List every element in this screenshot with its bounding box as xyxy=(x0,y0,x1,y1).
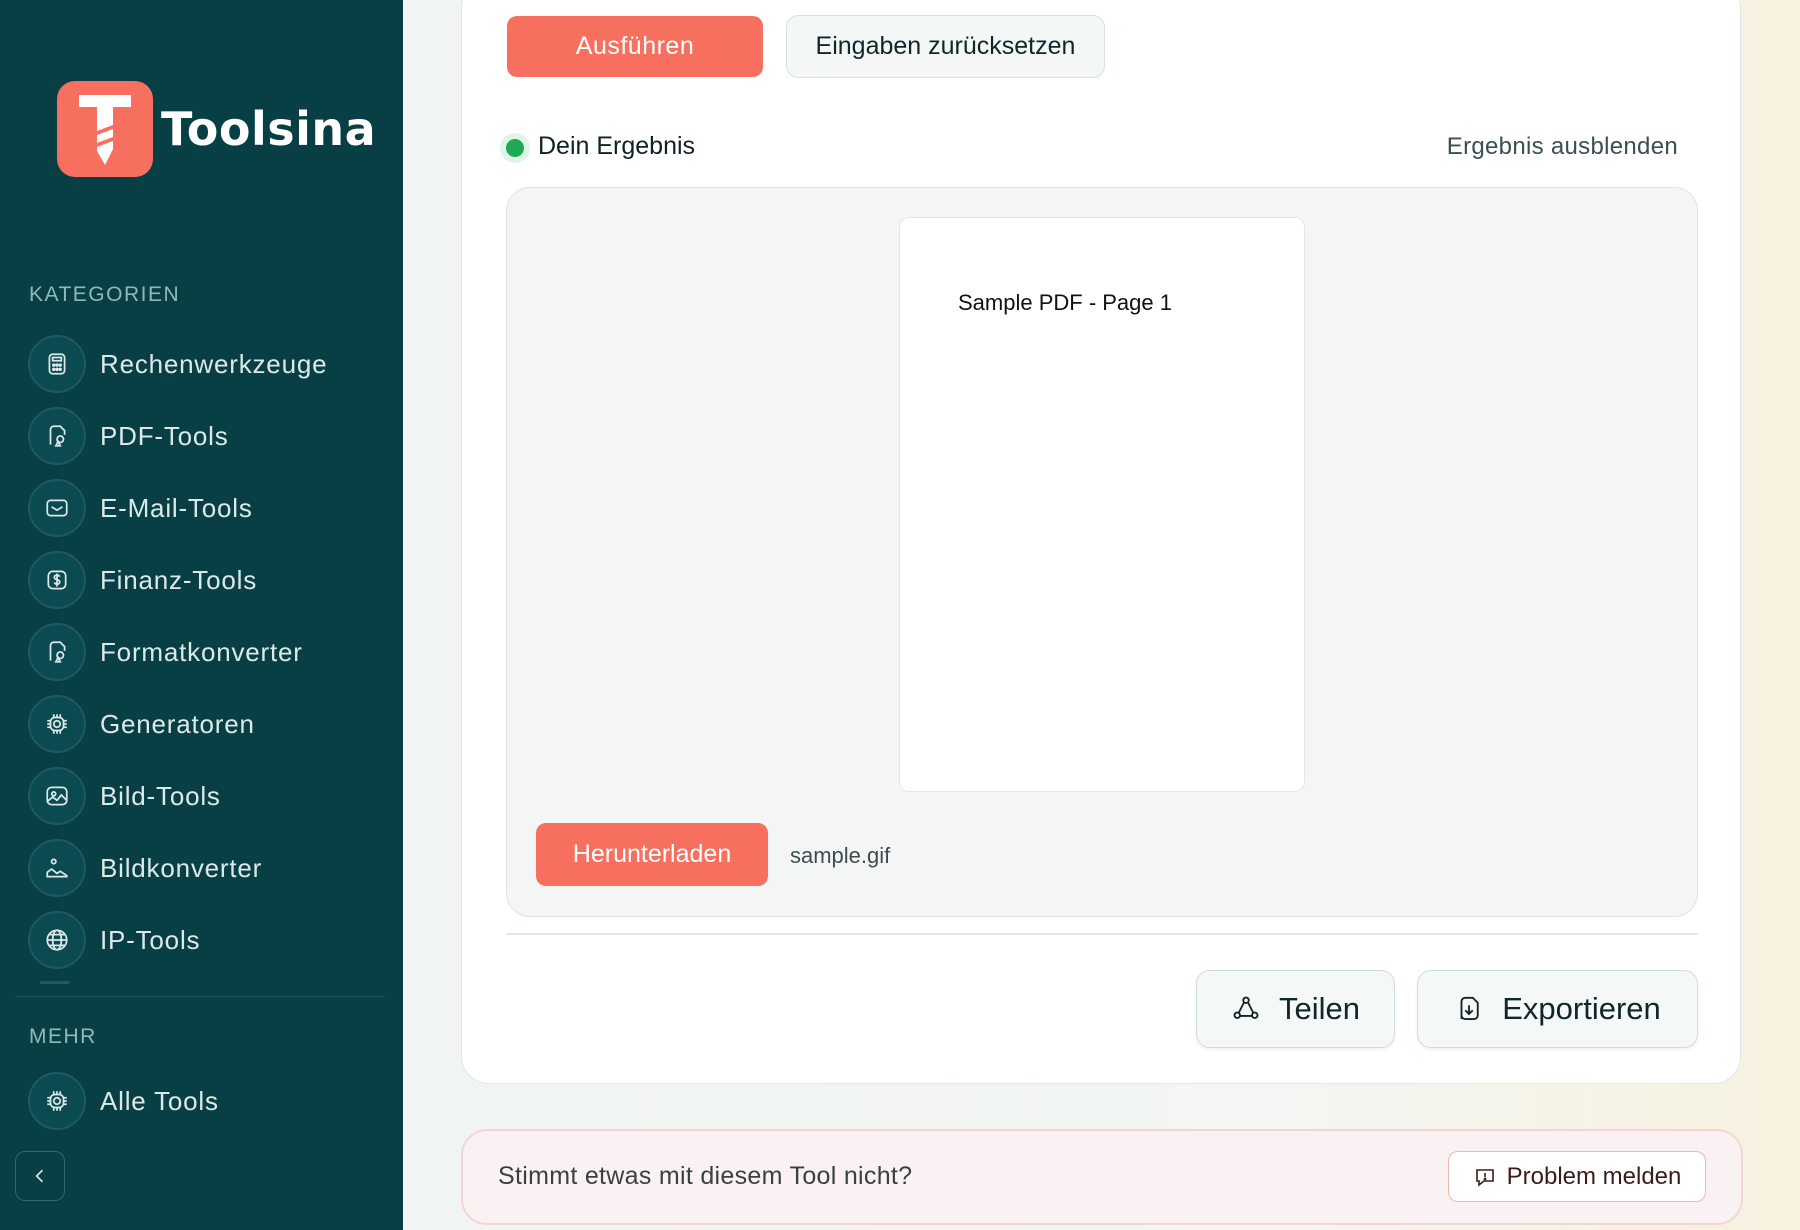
globe-icon xyxy=(28,911,86,969)
report-problem-label: Problem melden xyxy=(1506,1162,1682,1190)
sidebar-item-label: PDF-Tools xyxy=(100,420,229,451)
app-logo[interactable]: Toolsina xyxy=(57,81,376,177)
preview-page-text: Sample PDF - Page 1 xyxy=(958,290,1172,315)
sidebar-item-label: Rechenwerkzeuge xyxy=(100,348,328,379)
sidebar-item-formatkonverter[interactable]: Formatkonverter xyxy=(28,622,388,682)
sidebar-item-alle-tools[interactable]: Alle Tools xyxy=(28,1071,388,1131)
dollar-icon xyxy=(28,551,86,609)
feedback-question: Stimmt etwas mit diesem Tool nicht? xyxy=(498,1162,913,1190)
share-button[interactable]: Teilen xyxy=(1196,970,1395,1048)
app-name: Toolsina xyxy=(161,102,377,156)
sidebar-item-generatoren[interactable]: Generatoren xyxy=(28,694,388,754)
sidebar-item-label: Finanz-Tools xyxy=(100,564,257,595)
file-export-icon xyxy=(1460,996,1479,1020)
export-label: Exportieren xyxy=(1502,991,1661,1026)
chat-alert-icon xyxy=(1475,1168,1494,1187)
export-button[interactable]: Exportieren xyxy=(1417,970,1698,1048)
more-heading: MEHR xyxy=(29,1025,97,1048)
sidebar-item-ip-tools[interactable]: IP-Tools xyxy=(28,910,388,970)
report-problem-button[interactable]: Problem melden xyxy=(1448,1151,1706,1202)
sidebar-item-rechenwerkzeuge[interactable]: Rechenwerkzeuge xyxy=(28,334,388,394)
file-shapes-icon xyxy=(28,407,86,465)
result-status-indicator xyxy=(506,139,524,157)
sidebar-item-pdf-tools[interactable]: PDF-Tools xyxy=(28,406,388,466)
collapse-sidebar-button[interactable] xyxy=(15,1151,65,1201)
image-icon xyxy=(28,767,86,825)
gear-chip-icon xyxy=(28,695,86,753)
sidebar-item-label: IP-Tools xyxy=(100,924,201,955)
scroll-fade-indicator xyxy=(40,981,70,984)
sidebar-item-label: Alle Tools xyxy=(100,1085,219,1116)
sidebar-divider xyxy=(15,996,385,997)
reset-inputs-button[interactable]: Eingaben zurücksetzen xyxy=(786,15,1105,78)
sidebar-item-label: E-Mail-Tools xyxy=(100,492,253,523)
actions-divider xyxy=(506,933,1698,935)
file-shapes-icon xyxy=(28,623,86,681)
categories-heading: KATEGORIEN xyxy=(29,283,181,306)
mail-icon xyxy=(28,479,86,537)
sidebar-item-label: Bildkonverter xyxy=(100,852,263,883)
result-heading: Dein Ergebnis xyxy=(538,132,696,160)
chevron-left-icon xyxy=(35,1169,44,1183)
run-button[interactable]: Ausführen xyxy=(507,16,763,77)
sidebar-item-label: Formatkonverter xyxy=(100,636,303,667)
sidebar-item-bildkonverter[interactable]: Bildkonverter xyxy=(28,838,388,898)
sidebar-item-email-tools[interactable]: E-Mail-Tools xyxy=(28,478,388,538)
calculator-icon xyxy=(28,335,86,393)
sidebar-item-bild-tools[interactable]: Bild-Tools xyxy=(28,766,388,826)
download-button[interactable]: Herunterladen xyxy=(536,823,768,886)
sidebar-item-label: Generatoren xyxy=(100,708,255,739)
gear-chip-icon xyxy=(28,1072,86,1130)
screw-logo-icon xyxy=(57,81,153,177)
share-icon xyxy=(1233,996,1259,1019)
sidebar-item-label: Bild-Tools xyxy=(100,780,221,811)
sidebar: Toolsina KATEGORIEN Rechenwerkzeuge PDF-… xyxy=(0,0,403,1230)
result-filename: sample.gif xyxy=(790,843,891,868)
hide-result-button[interactable]: Ergebnis ausblenden xyxy=(1447,133,1678,161)
sidebar-item-finanz-tools[interactable]: Finanz-Tools xyxy=(28,550,388,610)
share-label: Teilen xyxy=(1279,991,1360,1026)
image-convert-icon xyxy=(28,839,86,897)
